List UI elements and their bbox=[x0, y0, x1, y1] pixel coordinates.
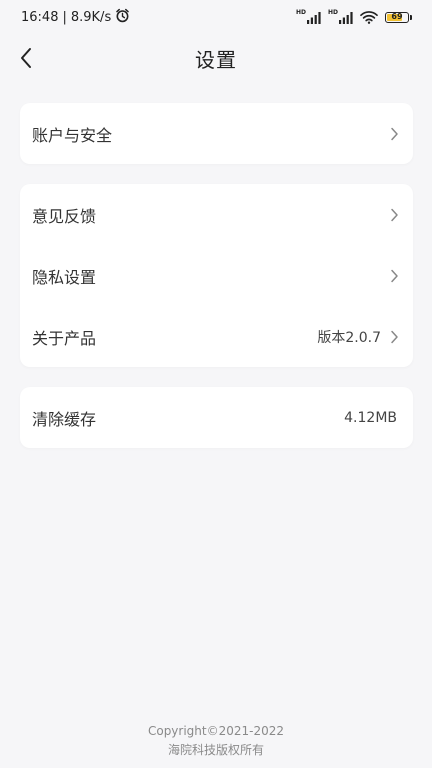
signal-2: HD bbox=[328, 10, 353, 24]
chevron-right-icon bbox=[389, 269, 399, 283]
chevron-left-icon bbox=[21, 48, 31, 68]
settings-item-feedback[interactable]: 意见反馈 bbox=[20, 184, 413, 245]
cache-size: 4.12MB bbox=[344, 409, 397, 426]
signal-bars-icon bbox=[339, 12, 353, 24]
settings-item-label: 隐私设置 bbox=[32, 267, 97, 287]
settings-group-general: 意见反馈 隐私设置 关于产品 版本2.0.7 bbox=[20, 184, 413, 367]
status-time: 16:48 bbox=[21, 9, 59, 25]
settings-item-label: 关于产品 bbox=[32, 328, 97, 348]
copyright-text: Copyright©2021-2022 bbox=[147, 724, 285, 738]
page-title: 设置 bbox=[195, 47, 237, 72]
settings-item-label: 清除缓存 bbox=[32, 409, 97, 429]
back-button[interactable] bbox=[12, 44, 40, 72]
battery-indicator: 69 bbox=[385, 11, 412, 23]
battery-icon: 69 bbox=[385, 11, 409, 23]
settings-group-account: 账户与安全 bbox=[20, 103, 413, 164]
chevron-right-icon bbox=[389, 127, 399, 141]
settings-item-clear-cache[interactable]: 清除缓存 4.12MB bbox=[20, 387, 413, 448]
hd-label-2: HD bbox=[327, 9, 338, 16]
settings-item-about[interactable]: 关于产品 版本2.0.7 bbox=[20, 306, 413, 367]
chevron-right-icon bbox=[389, 208, 399, 222]
wifi-icon bbox=[360, 10, 378, 24]
settings-group-cache: 清除缓存 4.12MB bbox=[20, 387, 413, 448]
hd-label-1: HD bbox=[295, 9, 306, 16]
signal-1: HD bbox=[296, 10, 321, 24]
nav-bar: 设置 bbox=[0, 36, 432, 80]
signal-bars-icon bbox=[306, 12, 321, 24]
status-bar: 16:48 | 8.9K/s HD HD 69 bbox=[0, 0, 432, 34]
status-separator: | bbox=[62, 9, 67, 25]
settings-item-label: 意见反馈 bbox=[32, 206, 97, 226]
status-bar-left: 16:48 | 8.9K/s bbox=[21, 8, 130, 27]
settings-item-privacy[interactable]: 隐私设置 bbox=[20, 245, 413, 306]
chevron-right-icon bbox=[389, 330, 399, 344]
settings-item-account-security[interactable]: 账户与安全 bbox=[20, 103, 413, 164]
copyright-owner: 海院科技版权所有 bbox=[167, 743, 264, 757]
footer: Copyright©2021-2022 海院科技版权所有 bbox=[0, 722, 432, 760]
app-version: 版本2.0.7 bbox=[317, 329, 381, 346]
status-bar-right: HD HD 69 bbox=[296, 10, 412, 24]
network-speed: 8.9K/s bbox=[70, 9, 112, 25]
settings-item-label: 账户与安全 bbox=[32, 125, 113, 145]
battery-tip bbox=[410, 14, 412, 20]
battery-level: 69 bbox=[391, 12, 403, 21]
alarm-icon bbox=[115, 8, 130, 27]
